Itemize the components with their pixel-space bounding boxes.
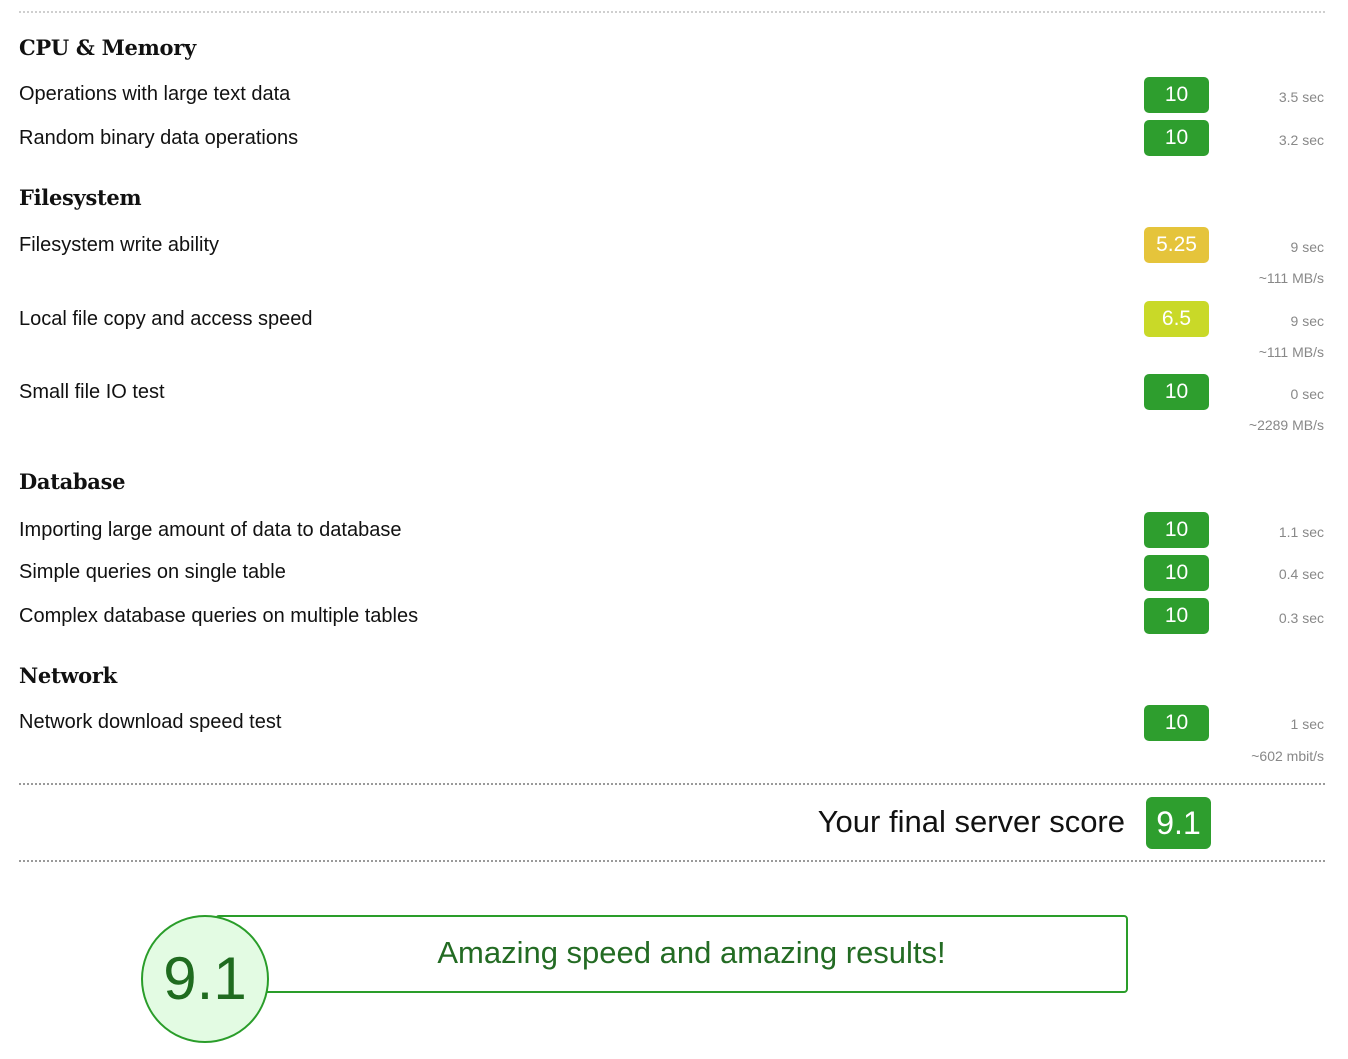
summary-score-value: 9.1 (163, 945, 247, 1012)
score-badge: 10 (1144, 555, 1209, 591)
final-score-badge: 9.1 (1146, 797, 1211, 849)
score-badge: 10 (1144, 77, 1209, 113)
section-title-filesystem: Filesystem (19, 185, 142, 210)
score-badge: 10 (1144, 374, 1209, 410)
section-title-cpu-memory: CPU & Memory (19, 35, 196, 60)
row-label: Simple queries on single table (19, 561, 286, 583)
row-time: 0.4 sec (1278, 566, 1324, 582)
row-label: Local file copy and access speed (19, 308, 313, 330)
final-score-divider-bottom (19, 860, 1325, 862)
row-time: 3.2 sec (1278, 132, 1324, 148)
section-title-database: Database (19, 469, 126, 494)
row-speed: ~2289 MB/s (1248, 417, 1324, 433)
score-badge: 10 (1144, 512, 1209, 548)
final-score-label: Your final server score (817, 804, 1125, 839)
score-badge: 10 (1144, 598, 1209, 634)
row-time: 0.3 sec (1278, 610, 1324, 626)
row-label: Complex database queries on multiple tab… (19, 605, 419, 627)
summary-banner: Amazing speed and amazing results! (215, 915, 1128, 993)
row-label: Operations with large text data (19, 83, 291, 105)
top-divider (19, 11, 1325, 13)
row-speed: ~111 MB/s (1258, 270, 1324, 286)
row-label: Importing large amount of data to databa… (19, 519, 402, 541)
final-score-divider-top (19, 783, 1325, 785)
row-label: Network download speed test (19, 711, 282, 733)
score-badge: 10 (1144, 705, 1209, 741)
row-time: 9 sec (1290, 313, 1324, 329)
row-time: 1.1 sec (1278, 524, 1324, 540)
row-time: 0 sec (1290, 386, 1324, 402)
row-time: 1 sec (1290, 716, 1324, 732)
summary-score-circle: 9.1 (141, 915, 269, 1043)
row-speed: ~111 MB/s (1258, 344, 1324, 360)
score-badge: 10 (1144, 120, 1209, 156)
row-label: Random binary data operations (19, 127, 299, 149)
row-label: Small file IO test (19, 381, 165, 403)
row-time: 9 sec (1290, 239, 1324, 255)
row-time: 3.5 sec (1278, 89, 1324, 105)
section-title-network: Network (19, 663, 117, 688)
row-speed: ~602 mbit/s (1251, 748, 1324, 764)
score-badge: 5.25 (1144, 227, 1209, 263)
summary-message: Amazing speed and amazing results! (437, 935, 946, 970)
score-badge: 6.5 (1144, 301, 1209, 337)
row-label: Filesystem write ability (19, 234, 220, 256)
